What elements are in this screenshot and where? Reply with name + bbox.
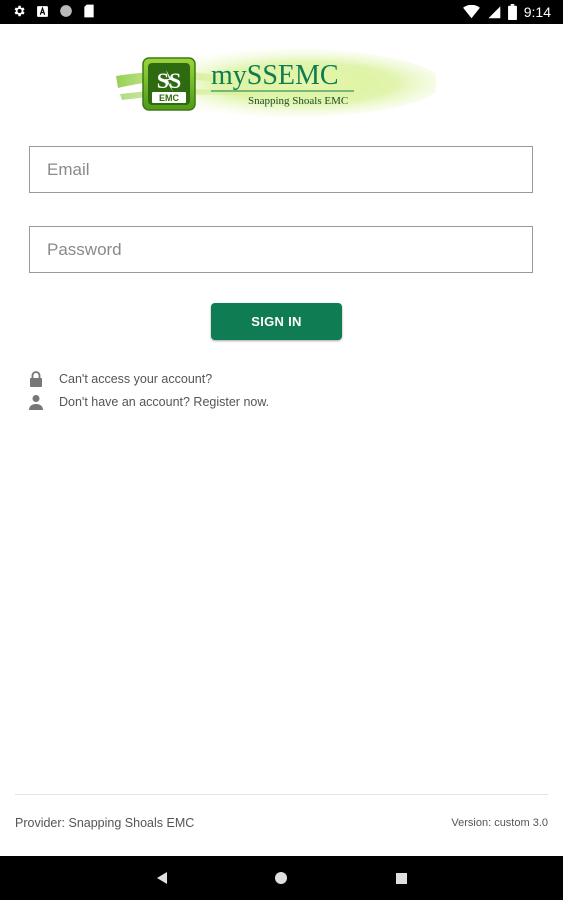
login-screen: 9:14 SS EMC mySSEMC Snapping Shoals EMC … (0, 0, 563, 900)
recents-button[interactable] (390, 867, 412, 889)
logo-graphic: SS EMC mySSEMC Snapping Shoals EMC (116, 49, 441, 117)
recents-icon (395, 872, 407, 884)
register-label[interactable]: Don't have an account? Register now. (59, 395, 269, 409)
home-icon (275, 872, 287, 884)
status-bar: 9:14 (0, 0, 563, 24)
notification-a-icon (37, 5, 48, 17)
logo-brand-name: mySSEMC (211, 60, 339, 91)
sign-in-button[interactable]: SIGN IN (211, 303, 342, 340)
wifi-icon (462, 5, 480, 19)
lock-icon (28, 371, 44, 387)
back-button[interactable] (151, 867, 173, 889)
sd-card-icon (84, 4, 94, 18)
status-time: 9:14 (523, 4, 551, 20)
settings-gear-icon (14, 5, 25, 17)
status-left-icons (12, 4, 95, 18)
register-link[interactable]: Don't have an account? Register now. (28, 393, 269, 411)
cant-access-account-link[interactable]: Can't access your account? (28, 370, 212, 388)
navigation-bar (0, 856, 563, 900)
logo-tagline: Snapping Shoals EMC (248, 95, 348, 107)
cell-signal-icon (488, 6, 501, 19)
person-icon (28, 394, 44, 410)
footer-provider: Provider: Snapping Shoals EMC (15, 816, 195, 830)
password-field[interactable] (29, 226, 533, 273)
app-logo: SS EMC mySSEMC Snapping Shoals EMC (116, 48, 441, 118)
circle-icon (60, 5, 72, 17)
footer-version: Version: custom 3.0 (451, 817, 548, 829)
logo-emblem-letters: SS (157, 68, 181, 93)
footer-divider (15, 794, 548, 795)
home-button[interactable] (270, 867, 292, 889)
back-icon (157, 872, 167, 884)
logo-emblem-sub: EMC (159, 93, 180, 103)
battery-icon (507, 4, 517, 20)
status-right-icons: 9:14 (462, 2, 551, 22)
cant-access-account-label[interactable]: Can't access your account? (59, 372, 212, 386)
email-field[interactable] (29, 146, 533, 193)
